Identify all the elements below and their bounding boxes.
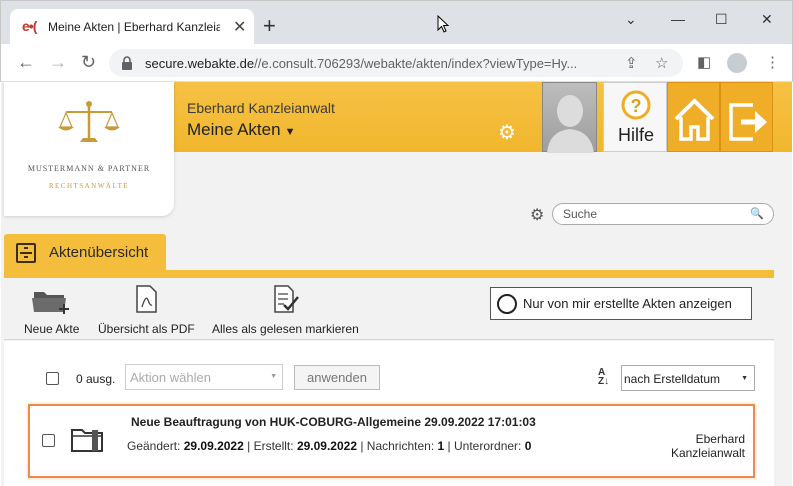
search-input[interactable]	[552, 203, 774, 225]
bulk-action-placeholder: Aktion wählen	[130, 370, 211, 385]
firm-logo[interactable]: MUSTERMANN & PARTNER RECHTSANWÄLTE	[4, 82, 174, 216]
close-window-icon[interactable]: ✕	[761, 11, 773, 28]
section-title: Aktenübersicht	[49, 244, 149, 261]
overview-pdf-button[interactable]: Übersicht als PDF	[98, 278, 195, 336]
new-file-button[interactable]: Neue Akte	[24, 278, 80, 336]
folder-icon	[71, 429, 103, 452]
new-file-label: Neue Akte	[24, 322, 80, 336]
page-switcher[interactable]: Meine Akten ▼	[187, 120, 295, 140]
mark-all-read-button[interactable]: Alles als gelesen markieren	[212, 278, 359, 336]
sort-select[interactable]: nach Erstelldatum ▼	[621, 365, 755, 391]
overview-pdf-label: Übersicht als PDF	[98, 322, 195, 336]
section-divider	[4, 270, 774, 278]
browser-tab-strip: e•( Meine Akten | Eberhard Kanzleianwalt…	[0, 0, 793, 45]
bookmark-star-icon[interactable]: ☆	[655, 54, 668, 72]
mark-read-icon	[274, 285, 299, 313]
sort-az-icon[interactable]: A Z↓	[598, 368, 609, 387]
new-tab-icon[interactable]: +	[263, 15, 276, 37]
search-icon[interactable]: 🔍	[750, 207, 764, 220]
avatar-silhouette-icon	[547, 95, 594, 153]
selected-count: 0 ausg.	[76, 372, 116, 386]
select-all-checkbox[interactable]	[46, 372, 59, 385]
pdf-icon	[136, 285, 157, 313]
minimize-icon[interactable]: —	[671, 11, 685, 27]
url-text: secure.webakte.de//e.consult.706293/weba…	[145, 56, 578, 71]
row-checkbox[interactable]	[42, 434, 55, 447]
logo-firm-name: MUSTERMANN & PARTNER	[27, 164, 151, 173]
help-button[interactable]: ? Hilfe	[603, 82, 667, 152]
logout-icon	[729, 103, 767, 141]
home-icon	[674, 98, 715, 141]
only-mine-radio[interactable]	[497, 294, 517, 314]
svg-text:?: ?	[631, 96, 642, 116]
address-bar[interactable]: secure.webakte.de//e.consult.706293/weba…	[109, 49, 683, 77]
tab-aktenuebersicht[interactable]: Aktenübersicht	[4, 234, 166, 272]
side-panel-icon[interactable]: ◧	[697, 53, 711, 71]
bulk-action-select[interactable]: Aktion wählen ▼	[125, 364, 283, 390]
site-favicon-icon: e•(	[22, 18, 37, 34]
chevron-down-icon: ▼	[741, 375, 748, 382]
help-icon: ?	[621, 90, 651, 120]
header-gear-icon[interactable]: ⚙	[498, 120, 516, 145]
forward-icon[interactable]: →	[49, 52, 67, 72]
lock-icon	[122, 56, 132, 70]
browser-tab[interactable]: e•( Meine Akten | Eberhard Kanzleianwalt…	[10, 9, 254, 45]
help-label: Hilfe	[617, 125, 654, 145]
sort-value: nach Erstelldatum	[624, 372, 721, 386]
logout-button[interactable]	[720, 82, 773, 152]
only-mine-toggle[interactable]: Nur von mir erstellte Akten anzeigen	[490, 287, 752, 320]
user-name: Eberhard Kanzleianwalt	[187, 100, 335, 116]
add-folder-icon	[32, 292, 69, 314]
only-mine-label: Nur von mir erstellte Akten anzeigen	[523, 296, 732, 311]
logo-firm-subtitle: RECHTSANWÄLTE	[48, 182, 130, 190]
maximize-icon[interactable]: ☐	[715, 11, 728, 28]
file-cabinet-icon	[16, 243, 36, 263]
chevron-down-icon: ▼	[270, 373, 277, 380]
back-icon[interactable]: ←	[17, 52, 35, 72]
caret-down-icon: ▼	[284, 126, 296, 138]
file-list: 0 ausg. Aktion wählen ▼ anwenden A Z↓ nac…	[4, 341, 774, 486]
file-list-item[interactable]: Neue Beauftragung von HUK-COBURG-Allgeme…	[28, 404, 755, 478]
tab-title: Meine Akten | Eberhard Kanzleianwalt	[48, 20, 220, 34]
apply-button[interactable]: anwenden	[294, 365, 380, 390]
file-owner: Eberhard Kanzleianwalt	[670, 432, 745, 460]
file-meta: Geändert: 29.09.2022 | Erstellt: 29.09.2…	[127, 439, 532, 453]
menu-kebab-icon[interactable]: ⋮	[765, 53, 780, 71]
mouse-cursor-icon	[437, 15, 449, 33]
profile-icon[interactable]	[727, 53, 747, 73]
browser-toolbar: ← → ↻ secure.webakte.de//e.consult.70629…	[0, 44, 793, 82]
app-page: Eberhard Kanzleianwalt Meine Akten ▼ ⚙ ? …	[1, 82, 792, 486]
mark-all-read-label: Alles als gelesen markieren	[212, 322, 359, 336]
share-icon[interactable]: ⇪	[625, 54, 638, 72]
close-tab-icon[interactable]: ✕	[233, 17, 246, 37]
file-title[interactable]: Neue Beauftragung von HUK-COBURG-Allgeme…	[131, 415, 536, 429]
user-avatar[interactable]	[542, 82, 597, 153]
tab-search-chevron-icon[interactable]: ⌄	[625, 11, 637, 28]
home-button[interactable]	[667, 82, 720, 152]
scales-of-justice-icon	[58, 101, 120, 142]
page-title: Meine Akten	[187, 120, 281, 139]
search-settings-gear-icon[interactable]: ⚙	[530, 205, 544, 225]
reload-icon[interactable]: ↻	[81, 52, 96, 72]
